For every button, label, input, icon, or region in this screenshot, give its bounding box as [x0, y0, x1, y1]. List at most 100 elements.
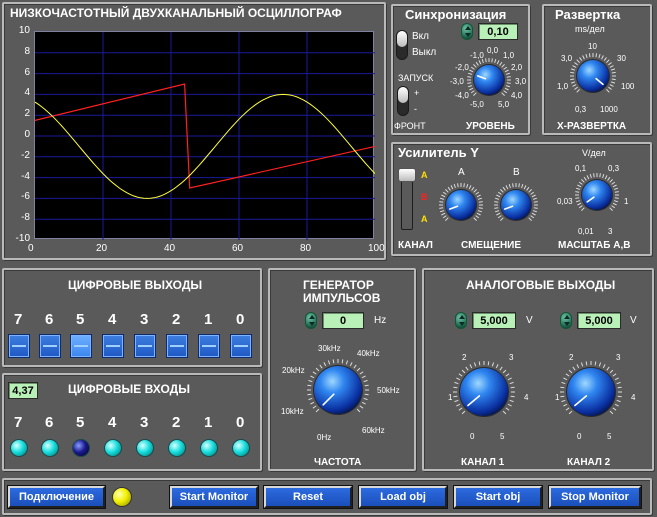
y-tick-label: -6 — [21, 191, 30, 203]
freq-tick-20: 20kHz — [282, 366, 305, 375]
sweep-tick-100: 100 — [621, 82, 635, 91]
scale-knob[interactable] — [573, 171, 621, 219]
offset-a-label: A — [458, 167, 465, 178]
sync-on-off-toggle[interactable] — [396, 30, 408, 60]
frequency-unit: Hz — [374, 315, 387, 326]
sweep-unit: ms/дел — [575, 24, 605, 34]
x-tick-label: 40 — [164, 243, 176, 254]
ch2-value-field[interactable]: 5,000 — [577, 312, 621, 329]
x-tick-label: 20 — [96, 243, 108, 254]
level-tick-p5: 5,0 — [498, 100, 510, 109]
sweep-tick-1000: 1000 — [600, 105, 618, 114]
ch1-spin-button[interactable] — [455, 312, 467, 329]
digital-in-value-field: 4,37 — [8, 382, 38, 399]
digital-out-bit-label: 0 — [236, 311, 245, 328]
scale-tick-003: 0,03 — [557, 197, 573, 206]
digital-out-bit-label: 6 — [45, 311, 54, 328]
load-obj-button[interactable]: Load obj — [358, 485, 448, 509]
freq-tick-60: 60kHz — [362, 426, 385, 435]
freq-tick-10: 10kHz — [281, 407, 304, 416]
level-label: УРОВЕНЬ — [466, 121, 515, 132]
ch2-tick-3: 3 — [616, 353, 621, 362]
ch1-label: КАНАЛ 1 — [461, 457, 505, 468]
digital-in-bit-led — [41, 439, 59, 457]
x-tick-label: 100 — [368, 243, 385, 254]
digital-in-bit-led — [104, 439, 122, 457]
level-knob[interactable] — [465, 56, 513, 104]
analog-out-title: АНАЛОГОВЫЕ ВЫХОДЫ — [466, 278, 616, 292]
start-obj-button[interactable]: Start obj — [453, 485, 543, 509]
sweep-label: X-РАЗВЕРТКА — [557, 121, 627, 132]
level-tick-m2: -2,0 — [455, 63, 469, 72]
level-value-field[interactable]: 0,10 — [478, 23, 518, 40]
digital-in-title: ЦИФРОВЫЕ ВХОДЫ — [68, 382, 190, 396]
digital-out-bit-button[interactable] — [102, 334, 124, 358]
digital-in-bit-led — [72, 439, 90, 457]
digital-in-bit-label: 0 — [236, 414, 245, 431]
ch1-tick-5: 5 — [500, 432, 505, 441]
ch1-tick-2: 2 — [462, 353, 467, 362]
x-tick-label: 80 — [300, 243, 312, 254]
digital-out-bit-button[interactable] — [8, 334, 30, 358]
y-tick-label: 2 — [24, 108, 30, 120]
frequency-knob[interactable] — [305, 357, 371, 423]
freq-tick-0: 0Hz — [317, 433, 332, 442]
start-monitor-button[interactable]: Start Monitor — [169, 485, 259, 509]
generator-title-1: ГЕНЕРАТОР — [303, 278, 374, 292]
channel-switch[interactable] — [398, 168, 416, 232]
y-tick-label: 6 — [24, 66, 30, 78]
digital-out-bit-button[interactable] — [166, 334, 188, 358]
level-tick-m1: -1,0 — [470, 51, 484, 60]
front-toggle[interactable] — [397, 86, 409, 116]
digital-out-bit-button[interactable] — [39, 334, 61, 358]
digital-out-bit-label: 7 — [14, 311, 23, 328]
level-tick-m4: -4,0 — [455, 91, 469, 100]
freq-tick-30: 30kHz — [318, 344, 341, 353]
ch2-tick-4: 4 — [631, 393, 636, 402]
digital-in-bit-led — [10, 439, 28, 457]
level-spin-button[interactable] — [461, 23, 473, 40]
ch1-tick-1: 1 — [448, 393, 453, 402]
ch2-tick-2: 2 — [569, 353, 574, 362]
digital-out-bit-button[interactable] — [134, 334, 156, 358]
sweep-knob[interactable] — [568, 51, 618, 101]
digital-out-bit-button[interactable] — [198, 334, 220, 358]
frequency-spin-button[interactable] — [305, 312, 317, 329]
scope-graph — [35, 32, 375, 240]
scale-label: МАСШТАБ А,В — [558, 240, 631, 251]
amp-title: Усилитель Y — [398, 145, 479, 160]
launch-label: ЗАПУСК — [398, 73, 434, 83]
ch1-knob[interactable] — [451, 359, 517, 425]
channel-switch-a2: A — [421, 214, 428, 224]
sync-title: Синхронизация — [405, 7, 507, 22]
digital-in-bit-label: 6 — [45, 414, 54, 431]
offset-label: СМЕЩЕНИЕ — [461, 240, 522, 251]
digital-in-bit-led — [136, 439, 154, 457]
y-tick-label: 10 — [18, 25, 30, 36]
ch2-knob[interactable] — [558, 359, 624, 425]
ch1-tick-4: 4 — [524, 393, 529, 402]
digital-out-bit-label: 2 — [172, 311, 181, 328]
offset-b-knob[interactable] — [492, 181, 540, 229]
stop-monitor-button[interactable]: Stop Monitor — [548, 485, 642, 509]
digital-out-bit-button[interactable] — [70, 334, 92, 358]
scale-tick-1: 1 — [624, 197, 629, 206]
reset-button[interactable]: Reset — [263, 485, 353, 509]
ch1-value-field[interactable]: 5,000 — [472, 312, 516, 329]
level-tick-0: 0,0 — [487, 46, 499, 55]
ch1-unit: V — [526, 315, 533, 326]
ch2-spin-button[interactable] — [560, 312, 572, 329]
connect-button[interactable]: Подключение — [7, 485, 106, 509]
digital-in-bit-label: 1 — [204, 414, 213, 431]
y-tick-label: 0 — [24, 129, 30, 140]
scale-tick-01: 0,1 — [575, 164, 587, 173]
sweep-tick-03: 0,3 — [575, 105, 587, 114]
offset-a-knob[interactable] — [437, 181, 485, 229]
frequency-value-field[interactable]: 0 — [322, 312, 364, 329]
ch2-unit: V — [630, 315, 637, 326]
level-tick-m3: -3,0 — [450, 77, 464, 86]
level-tick-p3: 3,0 — [515, 77, 527, 86]
freq-tick-50: 50kHz — [377, 386, 400, 395]
ch2-label: КАНАЛ 2 — [567, 457, 611, 468]
digital-out-bit-button[interactable] — [230, 334, 252, 358]
